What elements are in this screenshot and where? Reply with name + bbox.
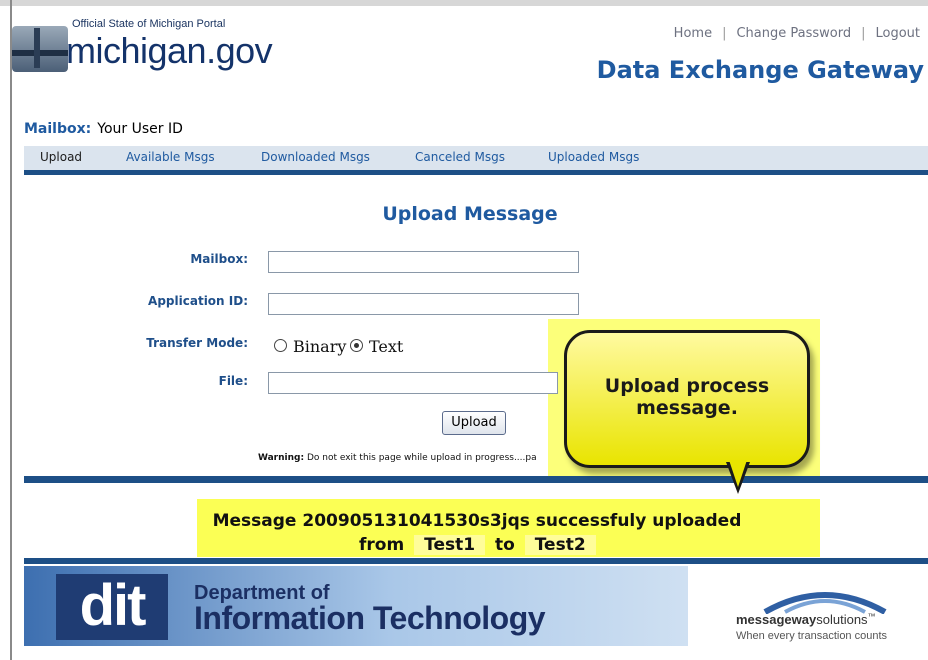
file-input[interactable] — [268, 372, 558, 394]
callout-bubble: Upload process message. — [564, 330, 810, 468]
tab-canceled-msgs[interactable]: Canceled Msgs — [415, 150, 505, 164]
callout-tail-fill — [729, 460, 747, 487]
file-label: File: — [218, 374, 248, 388]
tab-available-msgs[interactable]: Available Msgs — [126, 150, 215, 164]
mailbox-header-label: Mailbox: — [24, 121, 92, 137]
mailbox-input[interactable] — [268, 251, 579, 273]
logo-text: michigan.gov — [66, 30, 273, 71]
messageway-arcs-icon — [763, 592, 887, 614]
application-id-label: Application ID: — [148, 294, 248, 308]
vendor-bold: messageway — [736, 612, 817, 627]
text-option-label: Text — [369, 337, 404, 356]
app-title: Data Exchange Gateway — [596, 56, 924, 84]
upload-result-message: Message 200905131041530s3jqs successfuly… — [212, 511, 742, 531]
page-title: Upload Message — [382, 203, 558, 225]
transfer-binary-radio[interactable]: Binary — [274, 337, 346, 356]
dept-line-2: Information Technology — [194, 600, 546, 636]
from-value: Test1 — [414, 535, 486, 555]
application-id-input[interactable] — [268, 293, 579, 315]
to-word: to — [494, 535, 515, 555]
warning-text: Do not exit this page while upload in pr… — [306, 453, 537, 463]
radio-on-icon — [350, 339, 363, 352]
tab-uploaded-msgs[interactable]: Uploaded Msgs — [548, 150, 639, 164]
michigan-gov-logo[interactable]: Official State of Michigan Portal michig… — [12, 16, 312, 82]
mailbox-label: Mailbox: — [190, 252, 248, 266]
upload-warning: Warning: Do not exit this page while upl… — [258, 453, 537, 463]
dit-logo-icon: dit — [56, 574, 168, 640]
portal-label: Official State of Michigan Portal — [72, 18, 226, 30]
messageway-tagline: When every transaction counts — [736, 630, 888, 642]
vendor-rest: solutions — [816, 612, 868, 627]
callout-text: Upload process message. — [604, 375, 770, 419]
tab-bar: Upload Available Msgs Downloaded Msgs Ca… — [24, 146, 928, 175]
upload-result-route: from Test1 to Test2 — [359, 535, 600, 555]
transfer-text-radio[interactable]: Text — [350, 337, 403, 356]
from-word: from — [359, 535, 405, 555]
tab-downloaded-msgs[interactable]: Downloaded Msgs — [261, 150, 370, 164]
logout-link[interactable]: Logout — [875, 26, 920, 41]
to-value: Test2 — [524, 535, 596, 555]
change-password-link[interactable]: Change Password — [736, 26, 851, 41]
top-links: Home | Change Password | Logout — [673, 26, 920, 41]
mailbox-header: Mailbox: Your User ID — [24, 121, 183, 137]
messageway-name: messagewaysolutions™ — [736, 612, 876, 627]
radio-off-icon — [274, 339, 287, 352]
mailbox-header-value: Your User ID — [97, 121, 183, 137]
warning-label: Warning: — [258, 453, 305, 463]
binary-option-label: Binary — [293, 337, 347, 356]
home-link[interactable]: Home — [674, 26, 712, 41]
bridge-icon — [12, 26, 68, 72]
messageway-logo: messagewaysolutions™ When every transact… — [736, 584, 916, 646]
tab-upload[interactable]: Upload — [40, 150, 82, 164]
upload-button[interactable]: Upload — [442, 411, 506, 435]
section-divider — [24, 476, 928, 483]
footer-divider — [24, 558, 928, 564]
vendor-tm: ™ — [867, 612, 876, 621]
transfer-mode-label: Transfer Mode: — [146, 336, 248, 350]
